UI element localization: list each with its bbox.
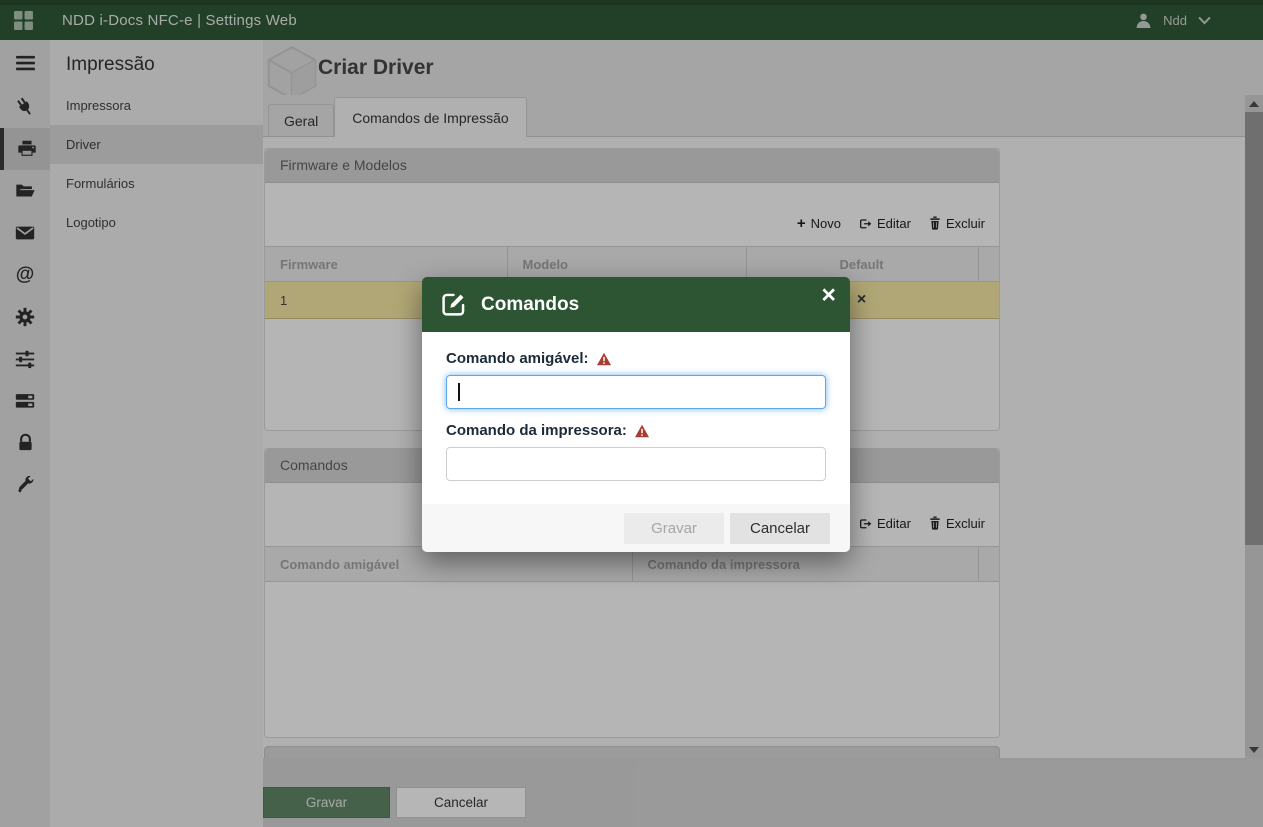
comandos-modal: Comandos × Comando amigável: Comando da … — [422, 277, 850, 552]
warning-icon — [634, 424, 650, 438]
modal-footer: Gravar Cancelar — [422, 504, 850, 552]
text-caret — [458, 383, 460, 401]
field-label-comando-da-impressora: Comando da impressora: — [446, 422, 826, 439]
modal-title: Comandos — [481, 294, 579, 316]
close-icon[interactable]: × — [821, 280, 836, 310]
comando-amigavel-input[interactable] — [446, 375, 826, 409]
modal-cancelar-button[interactable]: Cancelar — [730, 513, 830, 544]
app-window: NDD i-Docs NFC-e | Settings Web Ndd — [0, 0, 1263, 827]
comando-da-impressora-input[interactable] — [446, 447, 826, 481]
edit-square-icon — [440, 291, 467, 318]
field-label-comando-amigavel: Comando amigável: — [446, 350, 826, 367]
modal-gravar-button[interactable]: Gravar — [624, 513, 724, 544]
warning-icon — [596, 352, 612, 366]
modal-body: Comando amigável: Comando da impressora: — [422, 332, 850, 504]
modal-header: Comandos × — [422, 277, 850, 332]
